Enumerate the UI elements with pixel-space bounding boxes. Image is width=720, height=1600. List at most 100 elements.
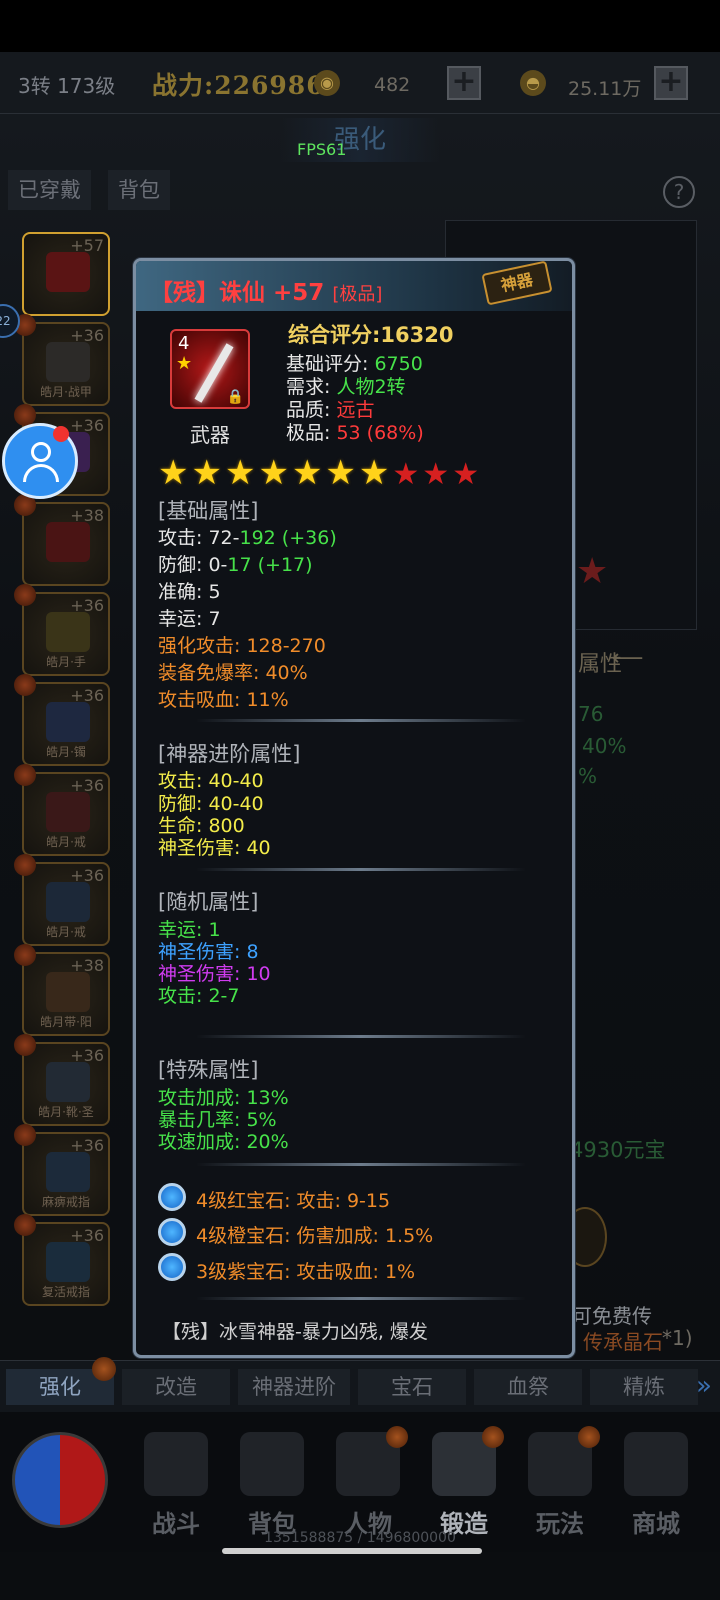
attr-defense: 防御: 0-17 (+17) [158, 554, 313, 576]
attr-enhance-attack: 强化攻击: 128-270 [158, 635, 326, 657]
item-image [46, 522, 90, 562]
equipment-slot[interactable]: +38 [14, 494, 110, 586]
attr-lifesteal: 攻击吸血: 11% [158, 689, 289, 711]
item-image [46, 1242, 90, 1282]
divider [196, 1163, 526, 1166]
function-tabs: 强化 改造 神器进阶 宝石 血祭 精炼 » [0, 1357, 720, 1412]
gem-attr: 3级紫宝石: 攻击吸血: 1% [196, 1261, 416, 1283]
tab-refine[interactable]: 精炼 [590, 1369, 698, 1405]
currency2-value: 25.11万 [568, 78, 642, 100]
item-image [46, 342, 90, 382]
item-image [46, 1152, 90, 1192]
nav-forge[interactable]: 锻造 [416, 1426, 512, 1542]
attr-luck: 幸运: 7 [158, 608, 221, 630]
equipment-slot[interactable]: +36 皓月·戒 [14, 854, 110, 946]
adv-attr: 神圣伤害: 40 [158, 837, 271, 859]
upgrade-orb-icon [14, 944, 36, 966]
nav-character[interactable]: 人物 [320, 1426, 416, 1542]
nav-gameplay[interactable]: 玩法 [512, 1426, 608, 1542]
star-empty-icon: ★ [422, 457, 453, 492]
shop-icon [624, 1432, 688, 1496]
user-icon [31, 442, 51, 462]
divider [196, 868, 526, 871]
tab-modify[interactable]: 改造 [122, 1369, 230, 1405]
item-tooltip[interactable]: 【残】诛仙 +57 [极品] 神器 4 ★ 🔒 武器 综合评分:16320 基础… [133, 258, 575, 1358]
tab-artifact-advance[interactable]: 神器进阶 [238, 1369, 350, 1405]
item-image [46, 792, 90, 832]
floating-assistant-button[interactable] [2, 423, 78, 499]
star-rating: ★★★★★★★★★★ [158, 453, 482, 493]
chevron-right-icon[interactable]: » [696, 1371, 712, 1401]
tooltip-header: 【残】诛仙 +57 [极品] 神器 [136, 260, 572, 311]
divider [196, 719, 526, 722]
price-label: 4930元宝 [570, 1138, 666, 1162]
currency1-value: 482 [374, 74, 411, 96]
gem-socket-icon [158, 1253, 186, 1281]
equipment-list: +57 +36 皓月·战甲 +36 +38 +36 皓月·手 +36 皓月·镯 … [14, 220, 118, 1400]
equipment-slot[interactable]: +38 皓月带·阳 [14, 944, 110, 1036]
equipment-slot[interactable]: +36 皓月·手 [14, 584, 110, 676]
equipment-slot[interactable]: +36 麻痹戒指 [14, 1124, 110, 1216]
star-filled-icon: ★ [191, 453, 225, 493]
overall-rating: 综合评分:16320 [288, 323, 454, 347]
upgrade-orb-icon [14, 1034, 36, 1056]
bag-icon [240, 1432, 304, 1496]
item-image [46, 882, 90, 922]
random-attr: 攻击: 2-7 [158, 985, 240, 1007]
attr-accuracy: 准确: 5 [158, 581, 221, 603]
item-icon-level: 4 [178, 333, 190, 354]
upgrade-orb-icon [14, 1214, 36, 1236]
tab-bag[interactable]: 背包 [108, 170, 170, 210]
experience-bar-text: 1351588875 / 1496800000 [264, 1530, 456, 1546]
nav-bag[interactable]: 背包 [224, 1432, 320, 1542]
item-type: 武器 [190, 423, 230, 447]
fps-counter: FPS61 [297, 140, 347, 159]
item-icon: 4 ★ 🔒 [170, 329, 250, 409]
help-icon[interactable]: ? [663, 176, 695, 208]
item-image [46, 612, 90, 652]
nav-battle[interactable]: 战斗 [128, 1432, 224, 1542]
gem-attr: 4级红宝石: 攻击: 9-15 [196, 1190, 391, 1212]
upgrade-orb-icon [14, 1124, 36, 1146]
upgrade-orb-icon [14, 764, 36, 786]
equipment-slot[interactable]: +36 复活戒指 [14, 1214, 110, 1306]
star-icon: ★ [176, 353, 193, 374]
section-artifact-attrs: [神器进阶属性] [158, 742, 301, 766]
gem-attr: 4级橙宝石: 伤害加成: 1.5% [196, 1225, 434, 1247]
star-filled-icon: ★ [358, 453, 393, 493]
arrow-left-icon: ⟵ [612, 646, 644, 671]
crystal-label: 传承晶石 [583, 1330, 663, 1354]
star-filled-icon: ★ [158, 453, 192, 493]
equipment-slot[interactable]: +36 皓月·镯 [14, 674, 110, 766]
equipment-slot[interactable]: +36 皓月·靴·圣 [14, 1034, 110, 1126]
player-level: 3转 173级 [18, 74, 116, 98]
tab-blood-sacrifice[interactable]: 血祭 [474, 1369, 582, 1405]
add-currency1-button[interactable]: + [447, 66, 481, 100]
star-filled-icon: ★ [291, 453, 326, 493]
equipment-slot[interactable]: +36 皓月·戒 [14, 764, 110, 856]
star-icon: ★ [576, 551, 609, 592]
yin-yang-icon[interactable] [12, 1432, 108, 1528]
home-indicator[interactable] [222, 1548, 482, 1554]
upgrade-orb-icon [14, 584, 36, 606]
divider [196, 1035, 526, 1038]
item-description: 【残】冰雪神器-暴力凶残, 爆发 [162, 1321, 428, 1343]
equipment-slot[interactable]: +57 [22, 232, 110, 316]
item-image [46, 252, 90, 292]
tab-equipped[interactable]: 已穿戴 [8, 170, 91, 210]
add-currency2-button[interactable]: + [654, 66, 688, 100]
upgrade-orb-icon [14, 674, 36, 696]
special-attr: 攻速加成: 20% [158, 1131, 289, 1153]
section-special-attrs: [特殊属性] [158, 1058, 259, 1082]
combat-power: 战力:226986 [152, 71, 325, 100]
star-filled-icon: ★ [325, 453, 359, 493]
attr-attack: 攻击: 72-192 (+36) [158, 527, 337, 549]
equipment-slot[interactable]: +36 皓月·战甲 [14, 314, 110, 406]
gem-socket-icon [158, 1218, 186, 1246]
star-filled-icon: ★ [258, 453, 292, 493]
notification-dot [53, 426, 69, 442]
tab-gem[interactable]: 宝石 [358, 1369, 466, 1405]
nav-shop[interactable]: 商城 [608, 1432, 704, 1542]
swords-icon [144, 1432, 208, 1496]
artifact-stamp: 神器 [481, 260, 553, 306]
